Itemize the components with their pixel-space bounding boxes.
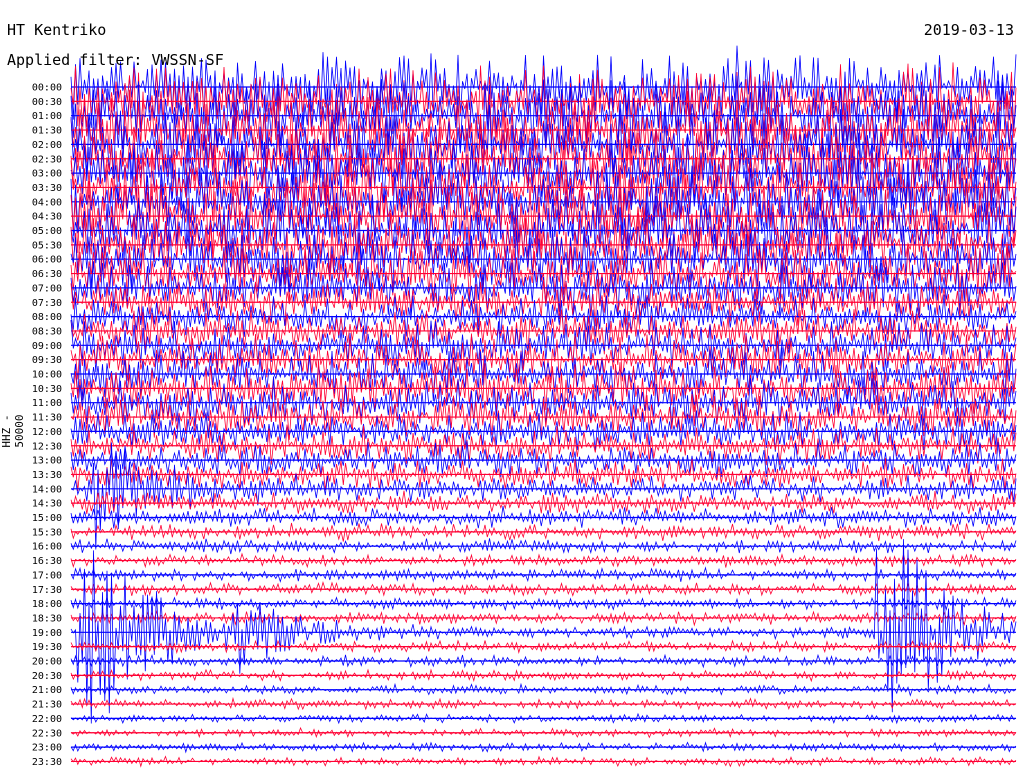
row-time-label: 23:00 (32, 743, 62, 754)
station-name: HT Kentriko (7, 21, 107, 39)
row-time-label: 17:00 (32, 570, 62, 581)
row-time-label: 22:30 (32, 728, 62, 739)
row-time-label: 04:00 (32, 197, 62, 208)
filter-label: Applied filter: VWSSN-SF (7, 51, 224, 69)
row-time-label: 03:00 (32, 169, 62, 180)
row-time-label: 14:00 (32, 484, 62, 495)
row-time-label: 11:30 (32, 413, 62, 424)
row-time-label: 16:00 (32, 542, 62, 553)
row-time-label: 21:00 (32, 685, 62, 696)
row-time-label: 19:30 (32, 642, 62, 653)
row-time-label: 06:00 (32, 255, 62, 266)
time-tick-labels: 00:00 00:30 01:00 01:30 02:00 02:30 03:00 03:30… (32, 83, 62, 768)
row-time-label: 05:30 (32, 240, 62, 251)
row-time-label: 08:30 (32, 326, 62, 337)
row-time-label: 07:00 (32, 283, 62, 294)
row-time-label: 04:30 (32, 212, 62, 223)
row-time-label: 12:00 (32, 427, 62, 438)
row-time-label: 16:30 (32, 556, 62, 567)
channel-label: HHZ - 50000 (0, 414, 26, 448)
row-time-label: 00:30 (32, 97, 62, 108)
row-time-label: 09:00 (32, 341, 62, 352)
row-time-label: 15:30 (32, 527, 62, 538)
row-time-label: 02:30 (32, 154, 62, 165)
row-time-label: 20:30 (32, 671, 62, 682)
row-time-label: 10:00 (32, 370, 62, 381)
row-time-label: 05:00 (32, 226, 62, 237)
row-time-label: 20:00 (32, 657, 62, 668)
record-date: 2019-03-13 (923, 21, 1014, 39)
row-time-label: 21:30 (32, 700, 62, 711)
row-time-label: 01:00 (32, 111, 62, 122)
row-time-label: 15:00 (32, 513, 62, 524)
row-time-label: 18:30 (32, 613, 62, 624)
row-time-label: 14:30 (32, 499, 62, 510)
row-time-label: 07:30 (32, 298, 62, 309)
row-time-label: 09:30 (32, 355, 62, 366)
row-time-label: 01:30 (32, 126, 62, 137)
row-time-label: 11:00 (32, 398, 62, 409)
seismic-traces (70, 45, 1017, 768)
row-time-label: 23:30 (32, 757, 62, 768)
row-time-label: 02:00 (32, 140, 62, 151)
row-time-label: 12:30 (32, 441, 62, 452)
row-time-label: 03:30 (32, 183, 62, 194)
trace-row-1900 (70, 539, 1017, 724)
row-time-label: 22:00 (32, 714, 62, 725)
helicorder-plot: 00:00 00:30 01:00 01:30 02:00 02:30 03:00 03:30… (32, 45, 1017, 768)
row-time-label: 13:00 (32, 456, 62, 467)
row-time-label: 18:00 (32, 599, 62, 610)
row-time-label: 17:30 (32, 585, 62, 596)
row-time-label: 19:00 (32, 628, 62, 639)
row-time-label: 10:30 (32, 384, 62, 395)
row-time-label: 06:30 (32, 269, 62, 280)
row-time-label: 00:00 (32, 83, 62, 94)
row-time-label: 13:30 (32, 470, 62, 481)
row-time-label: 08:00 (32, 312, 62, 323)
